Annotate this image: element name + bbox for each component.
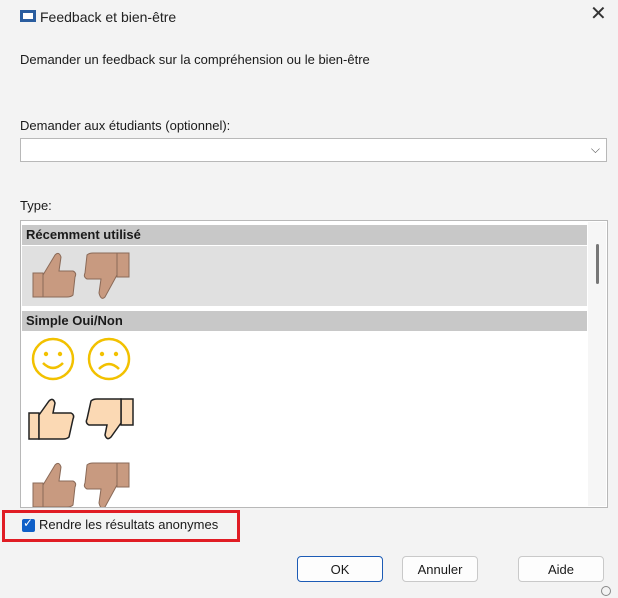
thumbs-down-outline-icon[interactable] <box>83 395 135 443</box>
group-header-simple: Simple Oui/Non <box>22 311 587 331</box>
type-label: Type: <box>20 198 52 213</box>
type-listbox[interactable]: Récemment utilisé Simple Oui/Non <box>20 220 608 508</box>
anonymous-checkbox[interactable] <box>22 516 35 532</box>
chevron-down-icon[interactable]: ⌵ <box>591 142 600 157</box>
thumbs-up-brown-icon[interactable] <box>29 249 77 301</box>
thumbs-down-brown-icon[interactable] <box>83 459 133 508</box>
thumbs-up-brown-icon[interactable] <box>29 459 77 508</box>
scrollbar-thumb[interactable] <box>596 244 599 284</box>
ok-button[interactable]: OK <box>297 556 383 582</box>
smiley-happy-icon[interactable] <box>31 337 75 381</box>
ask-students-combobox[interactable]: ⌵ <box>20 138 607 162</box>
thumbs-up-outline-icon[interactable] <box>27 395 77 443</box>
dialog-subtitle: Demander un feedback sur la compréhensio… <box>20 52 370 67</box>
close-icon[interactable]: ✕ <box>590 4 607 24</box>
app-icon <box>20 10 36 22</box>
group-header-recent: Récemment utilisé <box>22 225 587 245</box>
anonymous-label[interactable]: Rendre les résultats anonymes <box>39 517 218 532</box>
feedback-dialog: Feedback et bien-être ✕ Demander un feed… <box>0 0 618 598</box>
window-title: Feedback et bien-être <box>40 9 177 25</box>
smiley-sad-icon[interactable] <box>87 337 131 381</box>
ask-students-label: Demander aux étudiants (optionnel): <box>20 118 231 133</box>
vertical-scrollbar[interactable] <box>588 222 606 506</box>
help-button[interactable]: Aide <box>518 556 604 582</box>
thumbs-down-brown-icon[interactable] <box>83 249 133 301</box>
resize-grip[interactable] <box>601 586 611 596</box>
cancel-button[interactable]: Annuler <box>402 556 478 582</box>
title-bar: Feedback et bien-être ✕ <box>0 0 618 34</box>
